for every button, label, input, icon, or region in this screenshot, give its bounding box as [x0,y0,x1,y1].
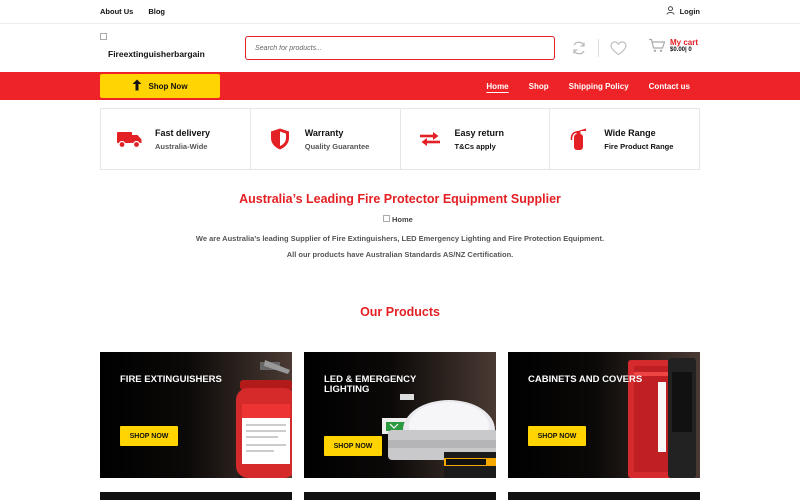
feature-subtitle: Fire Product Range [604,141,674,151]
divider [598,39,599,57]
cart-amount: $0.00| 0 [670,47,692,53]
fire-extinguisher-image [236,360,292,478]
exchange-arrows-icon [417,131,443,147]
shop-now-button[interactable]: SHOP NOW [528,426,586,446]
user-icon [666,6,675,17]
feature-subtitle: Australia-Wide [155,141,208,151]
feature-title: Easy return [454,127,505,138]
feature-title: Warranty [304,127,344,138]
our-products-heading: Our Products [360,305,440,319]
menu-item-contact-us[interactable]: Contact us [649,82,690,91]
login-link[interactable]: Login [666,6,700,17]
feature-title: Wide Range [604,127,656,138]
top-bar: About Us Blog Login [0,0,800,24]
product-card-fire-extinguishers[interactable]: FIRE EXTINGUISHERS SHOP NOW [100,352,292,478]
card-title: CABINETS AND COVERS [528,374,643,385]
fire-extinguisher-icon [566,127,592,151]
emergency-lighting-image [382,394,496,478]
mini-cart[interactable]: My cart $0.00| 0 [648,38,698,58]
feature-fast-delivery: Fast delivery Australia-Wide [101,109,251,169]
cart-text: My cart $0.00| 0 [670,38,698,58]
cabinet-image [628,358,696,478]
cart-label: My cart [670,38,699,47]
product-card-row-2 [508,492,700,500]
broken-image-icon [100,33,107,40]
header-icons [569,38,628,58]
feature-text: Wide Range Fire Product Range [604,128,673,151]
product-card-row-2 [100,492,292,500]
home-image-alt: Home [392,215,413,224]
shop-now-label: Shop Now [148,81,188,91]
intro-line-1: We are Australia’s leading Supplier of F… [195,234,605,243]
menu-item-shipping-policy[interactable]: Shipping Policy [569,82,629,91]
product-card-led-emergency-lighting[interactable]: LED & EMERGENCY LIGHTING SHOP NOW [304,352,496,478]
main-menu: Home Shop Shipping Policy Contact us [486,72,690,100]
intro-headline: Australia’s Leading Fire Protector Equip… [239,192,561,206]
intro-line-2: All our products have Australian Standar… [286,250,514,259]
features-bar: Fast delivery Australia-Wide Warranty Qu… [100,108,700,170]
shop-now-button[interactable]: Shop Now [100,74,220,98]
home-image: Home [383,215,413,224]
feature-text: Fast delivery Australia-Wide [155,128,210,151]
card-title: FIRE EXTINGUISHERS [120,374,222,385]
main-navbar: Shop Now Home Shop Shipping Policy Conta… [0,72,800,100]
feature-text: Easy return T&Cs apply [455,128,505,151]
search-input[interactable] [255,44,545,52]
feature-title: Fast delivery [155,127,211,138]
shopping-cart-icon [648,38,666,58]
search-box [245,36,555,60]
feature-easy-return: Easy return T&Cs apply [401,109,551,169]
logo-alt-text: Fireextinguisherbargain [108,49,205,59]
about-us-link[interactable]: About Us [100,7,133,16]
feature-subtitle: Quality Guarantee [304,141,370,151]
shop-now-button[interactable]: SHOP NOW [120,426,178,446]
shield-icon [267,128,293,150]
feature-text: Warranty Quality Guarantee [305,128,370,151]
shop-now-button[interactable]: SHOP NOW [324,436,382,456]
menu-item-home[interactable]: Home [486,82,508,91]
card-title-line-2: LIGHTING [324,384,370,395]
feature-wide-range: Wide Range Fire Product Range [550,109,699,169]
truck-icon [117,130,143,148]
broken-image-icon [383,215,390,222]
top-links: About Us Blog [100,7,165,16]
blog-link[interactable]: Blog [148,7,165,16]
login-label: Login [679,7,700,16]
wishlist-heart-icon[interactable] [608,38,628,58]
arrow-up-icon [132,79,142,93]
site-header: Fireextinguisherbargain My cart $0.00| 0 [0,24,800,72]
product-card-cabinets-and-covers[interactable]: CABINETS AND COVERS SHOP NOW [508,352,700,478]
site-logo[interactable]: Fireextinguisherbargain [100,33,230,59]
compare-refresh-icon[interactable] [569,38,589,58]
card-title: LED & EMERGENCY LIGHTING [324,375,416,395]
product-card-row-2 [304,492,496,500]
feature-warranty: Warranty Quality Guarantee [251,109,401,169]
menu-item-shop[interactable]: Shop [529,82,549,91]
feature-subtitle: T&Cs apply [454,141,496,151]
